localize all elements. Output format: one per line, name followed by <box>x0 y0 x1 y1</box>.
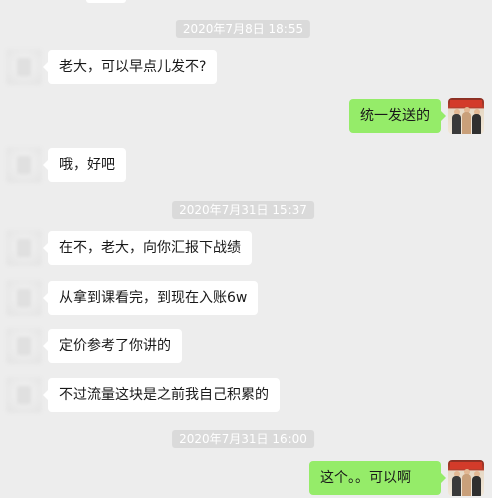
timestamp-divider: 2020年7月8日 18:55 <box>175 20 311 38</box>
timestamp-divider: 2020年7月31日 16:00 <box>172 430 314 448</box>
contact-avatar[interactable] <box>6 49 42 85</box>
message-bubble[interactable]: 哦，好吧 <box>43 148 126 182</box>
chat-history: 2020年7月8日 18:55 老大，可以早点儿发不? 统一发送的 哦，好吧 2… <box>0 0 492 498</box>
message-bubble[interactable]: 在不，老大，向你汇报下战绩 <box>43 231 252 265</box>
message-bubble[interactable]: 老大，可以早点儿发不? <box>42 50 218 84</box>
message-bubble[interactable]: 这个。。可以啊 <box>309 461 446 495</box>
timestamp-divider: 2020年7月31日 15:37 <box>172 201 314 219</box>
contact-avatar[interactable] <box>6 377 42 413</box>
message-bubble[interactable]: 定价参考了你讲的 <box>43 329 182 363</box>
message-bubble[interactable]: 不过流量这块是之前我自己积累的 <box>43 378 280 412</box>
user-avatar[interactable] <box>448 460 484 496</box>
message-bubble[interactable]: 从拿到课看完，到现在入账6w <box>42 281 259 315</box>
contact-avatar[interactable] <box>6 147 42 183</box>
message-bubble[interactable]: 统一发送的 <box>349 99 446 133</box>
contact-avatar[interactable] <box>6 280 42 316</box>
contact-avatar[interactable] <box>6 230 42 266</box>
previous-message-edge <box>86 0 126 3</box>
user-avatar[interactable] <box>448 98 484 134</box>
contact-avatar[interactable] <box>6 328 42 364</box>
